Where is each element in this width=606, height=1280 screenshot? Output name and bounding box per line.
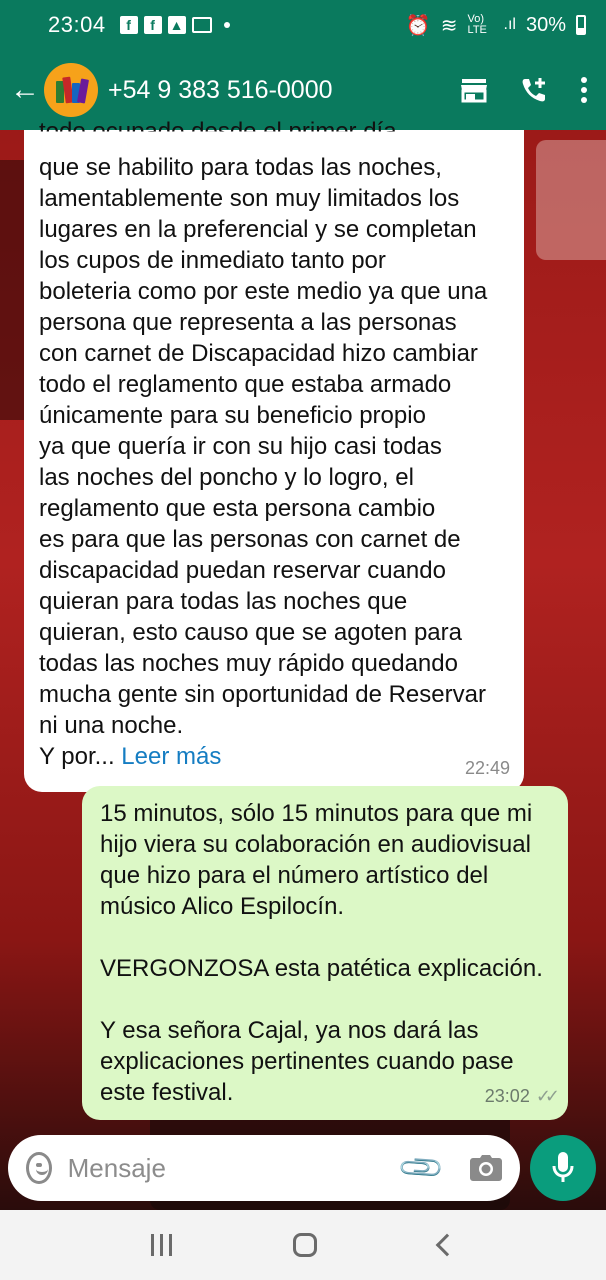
battery-level: 30%: [525, 13, 566, 36]
wifi-icon: ≋: [440, 14, 458, 37]
incoming-message[interactable]: todo ocupado desde el primer día que se …: [24, 118, 524, 792]
network-label: Vo) LTE: [467, 13, 487, 36]
home-icon[interactable]: [293, 1233, 318, 1257]
message-meta: 23:02 ✓✓: [484, 1081, 560, 1112]
truncated-text: Y por...: [39, 743, 115, 770]
avatar[interactable]: [44, 63, 98, 117]
alarm-icon: ⏰: [405, 14, 431, 37]
read-more-link[interactable]: Leer más: [121, 743, 221, 770]
message-time: 23:02: [484, 1086, 530, 1106]
message-text: que se habilito para todas las noches, l…: [39, 154, 488, 739]
attach-icon[interactable]: 📎: [396, 1142, 447, 1193]
facebook-icon: f: [119, 16, 138, 34]
facebook-icon: f: [143, 16, 162, 34]
system-nav-bar: [0, 1210, 606, 1280]
cast-icon: [191, 17, 212, 33]
more-notifications-dot: [223, 22, 230, 28]
message-composer: 📎: [8, 1135, 520, 1201]
status-bar: 23:04 f f ▲ ⏰ ≋ Vo) LTE .ıl 30%: [0, 0, 606, 50]
camera-icon[interactable]: [470, 1155, 502, 1181]
mic-icon: [552, 1152, 574, 1182]
battery-icon: [576, 15, 586, 35]
mic-button[interactable]: [530, 1135, 596, 1201]
outgoing-message[interactable]: 15 minutos, sólo 15 minutos para que mi …: [82, 786, 568, 1120]
signal-icon: .ıl: [503, 16, 516, 33]
gallery-icon: ▲: [167, 16, 186, 34]
recents-icon[interactable]: [150, 1234, 172, 1256]
message-time: 22:49: [464, 758, 510, 778]
message-input[interactable]: [67, 1152, 403, 1184]
add-call-icon[interactable]: [520, 76, 548, 104]
message-text: 15 minutos, sólo 15 minutos para que mi …: [100, 800, 543, 1106]
emoji-icon[interactable]: [26, 1152, 52, 1184]
wallpaper-shape: [536, 140, 606, 260]
read-ticks-icon: ✓✓: [535, 1086, 560, 1106]
status-right: ⏰ ≋ Vo) LTE .ıl 30%: [406, 13, 586, 38]
books-icon: [56, 76, 90, 104]
notification-icons: f f ▲: [119, 16, 230, 34]
header-actions: [460, 76, 588, 104]
store-icon[interactable]: [460, 77, 488, 103]
nav-back-icon[interactable]: [435, 1233, 459, 1257]
read-more-row: Y por... Leer más: [39, 741, 508, 772]
more-icon[interactable]: [580, 77, 588, 103]
back-arrow-icon[interactable]: ←: [10, 73, 40, 107]
clipped-line: todo ocupado desde el primer día: [39, 118, 397, 145]
status-time: 23:04: [48, 12, 106, 37]
contact-name[interactable]: +54 9 383 516-0000: [108, 76, 460, 105]
